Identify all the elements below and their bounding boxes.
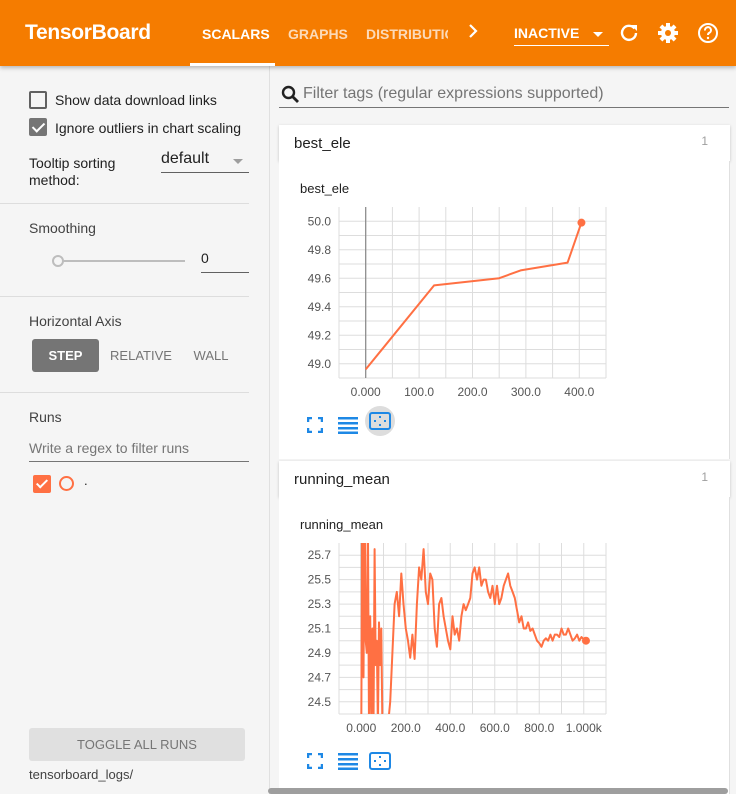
y-tick-label: 49.6 [308,271,332,285]
toggle-all-runs-button[interactable]: TOGGLE ALL RUNS [29,728,245,761]
last-point-marker [577,218,586,227]
caret-down-icon [593,32,603,37]
refresh-icon[interactable] [618,22,640,44]
x-tick-label: 0.000 [346,721,376,735]
x-tick-label: 200.0 [457,385,487,399]
tab-graphs[interactable]: GRAPHS [288,26,348,42]
x-tick-label: 300.0 [511,385,541,399]
y-tick-label: 24.5 [308,695,332,709]
y-tick-label: 49.2 [308,328,332,342]
axis-relative-button[interactable]: RELATIVE [104,339,178,372]
ignore-outliers-label[interactable]: Ignore outliers in chart scaling [55,120,241,136]
status-label: INACTIVE [514,25,580,41]
chart-card-best-ele: best_ele 0.000 100.0 200.0 300.0 400.0 49.0 49… [279,161,730,459]
toggle-log-scale-icon[interactable] [338,416,358,439]
category-header-best-ele[interactable]: best_ele 1 [279,125,730,161]
divider [0,296,249,297]
app-title: TensorBoard [25,21,151,44]
ignore-outliers-checkbox[interactable] [29,118,47,136]
axis-wall-button[interactable]: WALL [186,339,236,372]
category-name: best_ele [294,135,351,152]
series-line [360,543,587,714]
divider [0,392,249,393]
last-point-marker [581,636,590,645]
y-tick-label: 24.7 [308,670,332,684]
tab-distributions[interactable]: DISTRIBUTIC [366,26,448,42]
active-tab-indicator [190,63,275,66]
y-tick-label: 25.3 [308,597,332,611]
best-ele-chart[interactable]: 0.000 100.0 200.0 300.0 400.0 49.0 49.2 49.4 49.… [279,201,719,411]
y-tick-label: 50.0 [308,214,332,228]
x-tick-label: 800.0 [524,721,554,735]
smoothing-slider-knob[interactable] [52,255,64,267]
y-tick-label: 25.1 [308,622,332,636]
horizontal-scrollbar[interactable] [268,788,728,794]
x-tick-label: 1.000k [566,721,603,735]
series-line [364,222,583,371]
x-tick-label: 400.0 [435,721,465,735]
tab-scalars[interactable]: SCALARS [202,26,270,42]
logdir-label: tensorboard_logs/ [29,767,134,782]
toggle-log-scale-icon[interactable] [338,752,358,775]
x-tick-label: 0.000 [351,385,381,399]
main-content: Filter tags (regular expressions support… [270,66,736,794]
smoothing-input[interactable]: 0 [201,250,249,273]
x-tick-label: 400.0 [564,385,594,399]
chart-title: best_ele [300,181,350,196]
tooltip-sorting-dropdown[interactable]: default [161,150,249,173]
smoothing-title: Smoothing [29,220,96,236]
run-color-circle-icon [59,476,74,491]
help-circle-icon[interactable] [697,22,719,44]
run-name: . [84,473,88,488]
status-dropdown[interactable]: INACTIVE [514,24,609,46]
fit-domain-icon [369,412,391,430]
gear-icon[interactable] [657,22,679,44]
caret-down-icon [233,159,243,164]
category-name: running_mean [294,471,390,488]
x-tick-label: 600.0 [480,721,510,735]
sidebar: Show data download links Ignore outliers… [0,66,270,794]
x-tick-label: 200.0 [391,721,421,735]
fullscreen-icon[interactable] [306,752,324,774]
tooltip-sorting-label-line2: method: [29,172,80,188]
show-download-links-checkbox[interactable] [29,91,47,109]
show-download-links-label[interactable]: Show data download links [55,92,217,108]
runs-filter-input[interactable]: Write a regex to filter runs [29,434,249,462]
x-tick-label: 100.0 [404,385,434,399]
y-tick-label: 49.4 [308,300,332,314]
chart-title: running_mean [300,517,384,532]
category-count: 1 [701,134,708,148]
fit-domain-icon[interactable] [369,752,391,775]
fullscreen-icon[interactable] [306,416,324,438]
fit-domain-button[interactable] [365,406,395,436]
tooltip-sorting-value: default [161,150,210,167]
search-icon [281,85,299,103]
chart-card-running-mean: running_mean 0.000 200.0 400.0 600.0 800.0 1.… [279,497,730,794]
tooltip-sorting-label-line1: Tooltip sorting [29,155,116,171]
runs-filter-placeholder: Write a regex to filter runs [29,440,190,456]
horizontal-axis-title: Horizontal Axis [29,313,122,329]
category-count: 1 [701,470,708,484]
run-checkbox[interactable] [33,475,51,493]
category-header-running-mean[interactable]: running_mean 1 [279,461,730,497]
y-tick-label: 24.9 [308,646,332,660]
y-tick-label: 49.8 [308,243,332,257]
y-tick-label: 25.5 [308,573,332,587]
tag-filter-input[interactable]: Filter tags (regular expressions support… [279,82,729,108]
y-tick-label: 25.7 [308,548,332,562]
smoothing-slider-track[interactable] [57,260,185,262]
y-tick-label: 49.0 [308,357,332,371]
divider [0,203,249,204]
smoothing-value: 0 [201,250,209,266]
axis-step-button[interactable]: STEP [32,339,99,372]
chevron-right-icon[interactable] [466,21,480,47]
top-toolbar: TensorBoard SCALARS GRAPHS DISTRIBUTIC I… [0,0,736,66]
tag-filter-placeholder: Filter tags (regular expressions support… [303,85,604,102]
running-mean-chart[interactable]: 0.000 200.0 400.0 600.0 800.0 1.000k 24.5 24.7 2… [279,537,719,747]
runs-title: Runs [29,409,62,425]
